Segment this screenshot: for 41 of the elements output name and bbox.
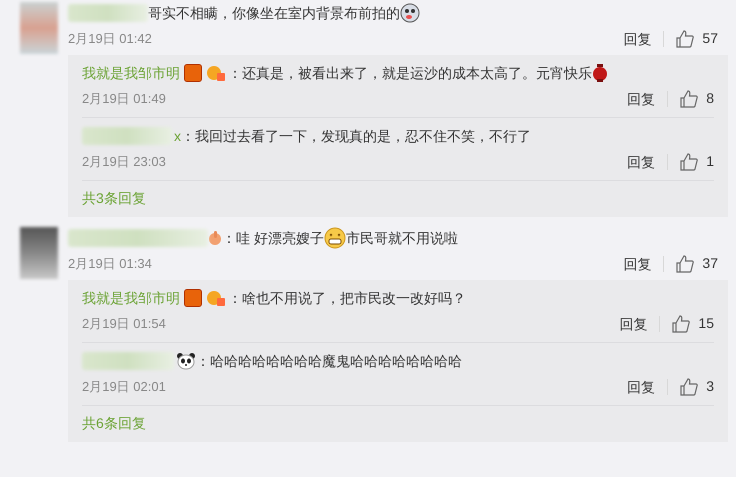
verified-badge-icon [184,64,202,82]
like-count: 8 [706,89,714,108]
timestamp: 2月19日 01:54 [82,314,166,333]
like-count: 15 [698,314,714,333]
hand-icon [208,230,222,246]
like-count: 37 [702,254,718,273]
comment-text: ：哇 好漂亮嫂子 [222,228,324,248]
reply-link[interactable]: 回复 [627,90,668,106]
thumbs-up-icon[interactable] [672,314,690,332]
thumbs-up-icon[interactable] [676,254,694,272]
timestamp: 2月19日 23:03 [82,152,166,171]
avatar[interactable] [20,227,58,279]
like-count: 57 [702,29,718,48]
reply-link[interactable]: 回复 [627,378,668,394]
panda-icon [176,352,196,370]
thumbs-up-icon[interactable] [680,378,698,396]
reply-link[interactable]: 回复 [623,256,664,272]
comment-text: 哥实不相瞒，你像坐在室内背景布前拍的 [148,4,400,22]
fan-badge-icon [206,289,226,307]
face-emoji-icon [400,3,420,23]
timestamp: 2月19日 01:42 [68,30,152,48]
thumbs-up-icon[interactable] [680,152,698,170]
comment-text: ：我回过去看了一下，发现真的是，忍不住不笑，不行了 [181,126,531,146]
reply-link[interactable]: 回复 [623,30,664,46]
comment-text: 市民哥就不用说啦 [346,228,458,248]
fan-badge-icon [206,64,226,82]
verified-badge-icon [184,289,202,307]
reply-link[interactable]: 回复 [627,154,668,170]
reply-link[interactable]: 回复 [619,316,660,332]
comment-text: ：哈哈哈哈哈哈哈哈魔鬼哈哈哈哈哈哈哈哈 [196,352,462,370]
lantern-emoji-icon [592,64,608,82]
timestamp: 2月19日 02:01 [82,378,166,396]
timestamp: 2月19日 01:34 [68,254,152,273]
thumbs-up-icon[interactable] [680,90,698,108]
like-count: 3 [706,377,714,396]
timestamp: 2月19日 01:49 [82,90,166,108]
like-count: 1 [706,152,714,171]
grin-emoji-icon [324,227,346,249]
comment-text: ：还真是，被看出来了，就是运沙的成本太高了。元宵快乐 [228,64,592,82]
comment-text: ：啥也不用说了，把市民改一改好吗？ [228,288,466,308]
thumbs-up-icon[interactable] [676,30,694,48]
